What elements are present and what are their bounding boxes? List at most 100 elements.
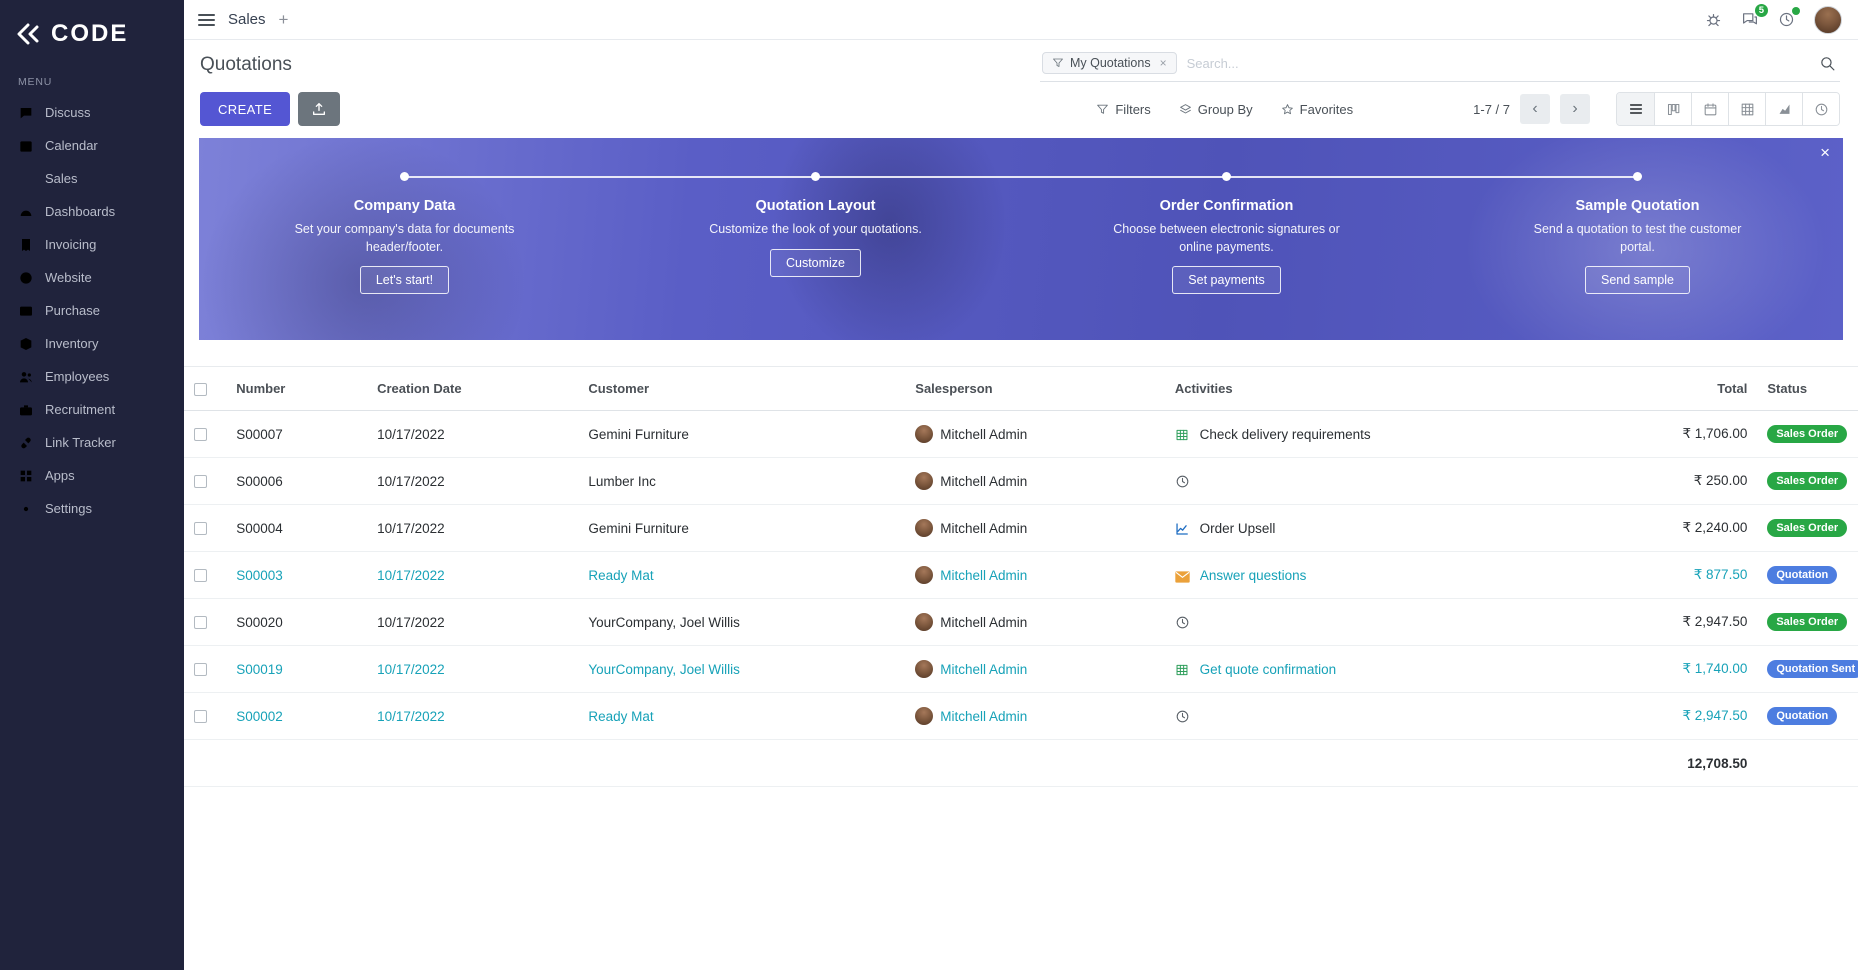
filters-button[interactable]: Filters [1096, 102, 1150, 117]
pager-next-button[interactable]: › [1560, 94, 1590, 124]
cell-customer[interactable]: YourCompany, Joel Willis [578, 646, 905, 693]
kanban-view-button[interactable] [1654, 93, 1691, 125]
cell-number[interactable]: S00020 [226, 599, 367, 646]
sidebar-item[interactable]: Website [0, 261, 184, 294]
calendar-view-button[interactable] [1691, 93, 1728, 125]
create-button[interactable]: CREATE [200, 92, 290, 126]
cell-customer[interactable]: Ready Mat [578, 693, 905, 740]
header-total[interactable]: Total [1601, 367, 1757, 411]
cell-salesperson[interactable]: Mitchell Admin [905, 693, 1165, 740]
cell-total[interactable]: ₹ 2,240.00 [1601, 505, 1757, 552]
sidebar-item[interactable]: Link Tracker [0, 426, 184, 459]
cell-number[interactable]: S00007 [226, 411, 367, 458]
cell-customer[interactable]: Ready Mat [578, 552, 905, 599]
cell-salesperson[interactable]: Mitchell Admin [905, 505, 1165, 552]
cell-activities[interactable] [1165, 458, 1602, 505]
cell-status[interactable]: Sales Order [1757, 599, 1858, 646]
header-salesperson[interactable]: Salesperson [905, 367, 1165, 411]
cell-total[interactable]: ₹ 1,706.00 [1601, 411, 1757, 458]
pager-prev-button[interactable]: ‹ [1520, 94, 1550, 124]
sidebar-item[interactable]: Recruitment [0, 393, 184, 426]
table-row[interactable]: S00004 10/17/2022 Gemini Furniture Mitch… [184, 505, 1858, 552]
cell-number[interactable]: S00004 [226, 505, 367, 552]
header-number[interactable]: Number [226, 367, 367, 411]
cell-creation-date[interactable]: 10/17/2022 [367, 552, 578, 599]
cell-activities[interactable] [1165, 693, 1602, 740]
step-action-button[interactable]: Let's start! [360, 266, 449, 294]
cell-customer[interactable]: Lumber Inc [578, 458, 905, 505]
current-app-name[interactable]: Sales [228, 11, 266, 28]
sidebar-item[interactable]: Employees [0, 360, 184, 393]
row-checkbox[interactable] [194, 428, 207, 441]
cell-total[interactable]: ₹ 2,947.50 [1601, 599, 1757, 646]
apps-menu-icon[interactable] [198, 14, 215, 26]
favorites-button[interactable]: Favorites [1281, 102, 1353, 117]
table-row[interactable]: S00019 10/17/2022 YourCompany, Joel Will… [184, 646, 1858, 693]
sidebar-item[interactable]: Discuss [0, 96, 184, 129]
cell-salesperson[interactable]: Mitchell Admin [905, 599, 1165, 646]
pivot-view-button[interactable] [1728, 93, 1765, 125]
user-avatar[interactable] [1814, 6, 1842, 34]
cell-number[interactable]: S00002 [226, 693, 367, 740]
step-action-button[interactable]: Set payments [1172, 266, 1280, 294]
cell-activities[interactable]: Check delivery requirements [1165, 411, 1602, 458]
header-customer[interactable]: Customer [578, 367, 905, 411]
row-checkbox[interactable] [194, 522, 207, 535]
cell-creation-date[interactable]: 10/17/2022 [367, 505, 578, 552]
cell-creation-date[interactable]: 10/17/2022 [367, 411, 578, 458]
cell-status[interactable]: Sales Order [1757, 505, 1858, 552]
row-checkbox[interactable] [194, 569, 207, 582]
groupby-button[interactable]: Group By [1179, 102, 1253, 117]
cell-customer[interactable]: Gemini Furniture [578, 505, 905, 552]
export-button[interactable] [298, 92, 340, 126]
search-input[interactable] [1185, 55, 1811, 72]
list-view-button[interactable] [1617, 93, 1654, 125]
search-icon[interactable] [1819, 55, 1836, 72]
plus-icon[interactable]: + [279, 11, 289, 28]
sidebar-item[interactable]: Settings [0, 492, 184, 525]
cell-creation-date[interactable]: 10/17/2022 [367, 599, 578, 646]
messages-icon[interactable]: 5 [1741, 11, 1759, 28]
cell-salesperson[interactable]: Mitchell Admin [905, 646, 1165, 693]
sidebar-item[interactable]: Apps [0, 459, 184, 492]
cell-activities[interactable] [1165, 599, 1602, 646]
row-checkbox[interactable] [194, 663, 207, 676]
header-activities[interactable]: Activities [1165, 367, 1602, 411]
sidebar-item[interactable]: Calendar [0, 129, 184, 162]
cell-total[interactable]: ₹ 2,947.50 [1601, 693, 1757, 740]
cell-number[interactable]: S00006 [226, 458, 367, 505]
table-row[interactable]: S00006 10/17/2022 Lumber Inc Mitchell Ad… [184, 458, 1858, 505]
row-checkbox[interactable] [194, 616, 207, 629]
cell-number[interactable]: S00019 [226, 646, 367, 693]
cell-total[interactable]: ₹ 1,740.00 [1601, 646, 1757, 693]
facet-remove-icon[interactable]: × [1160, 56, 1167, 70]
search-facet[interactable]: My Quotations × [1042, 52, 1177, 74]
cell-status[interactable]: Sales Order [1757, 411, 1858, 458]
cell-customer[interactable]: YourCompany, Joel Willis [578, 599, 905, 646]
sidebar-item[interactable]: Inventory [0, 327, 184, 360]
sidebar-item[interactable]: Sales [0, 162, 184, 195]
cell-number[interactable]: S00003 [226, 552, 367, 599]
cell-creation-date[interactable]: 10/17/2022 [367, 693, 578, 740]
cell-salesperson[interactable]: Mitchell Admin [905, 458, 1165, 505]
header-status[interactable]: Status [1757, 367, 1858, 411]
cell-total[interactable]: ₹ 877.50 [1601, 552, 1757, 599]
sidebar-item[interactable]: Dashboards [0, 195, 184, 228]
table-row[interactable]: S00002 10/17/2022 Ready Mat Mitchell Adm… [184, 693, 1858, 740]
banner-close-icon[interactable]: × [1820, 144, 1830, 161]
cell-creation-date[interactable]: 10/17/2022 [367, 646, 578, 693]
cell-total[interactable]: ₹ 250.00 [1601, 458, 1757, 505]
table-row[interactable]: S00003 10/17/2022 Ready Mat Mitchell Adm… [184, 552, 1858, 599]
graph-view-button[interactable] [1765, 93, 1802, 125]
table-row[interactable]: S00007 10/17/2022 Gemini Furniture Mitch… [184, 411, 1858, 458]
row-checkbox[interactable] [194, 475, 207, 488]
search-bar[interactable]: My Quotations × [1040, 50, 1840, 82]
cell-status[interactable]: Quotation [1757, 693, 1858, 740]
header-creation-date[interactable]: Creation Date [367, 367, 578, 411]
sidebar-item[interactable]: Purchase [0, 294, 184, 327]
cell-salesperson[interactable]: Mitchell Admin [905, 411, 1165, 458]
cell-activities[interactable]: Order Upsell [1165, 505, 1602, 552]
select-all-checkbox[interactable] [194, 383, 207, 396]
cell-status[interactable]: Quotation Sent [1757, 646, 1858, 693]
step-action-button[interactable]: Customize [770, 249, 861, 277]
